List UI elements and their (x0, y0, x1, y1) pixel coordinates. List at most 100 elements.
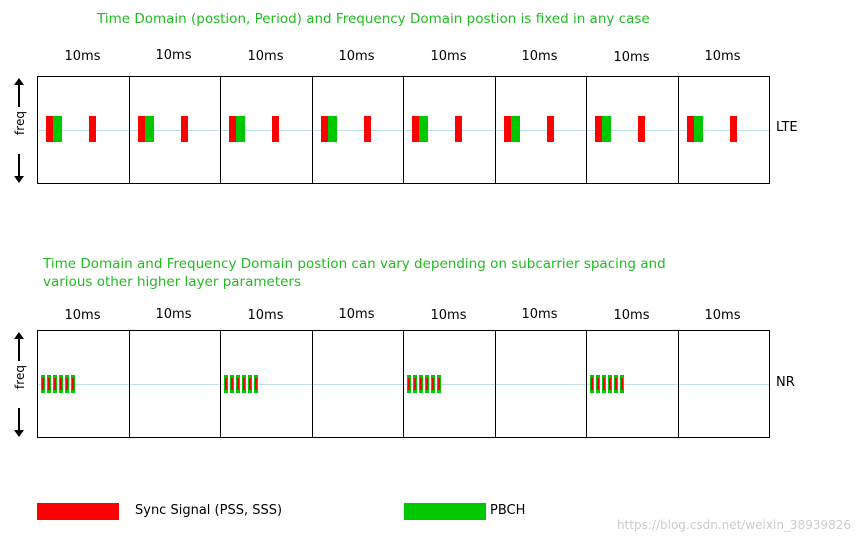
sync-signal-block (54, 378, 56, 390)
frame-label: 10ms (64, 49, 101, 64)
sync-signal-block (412, 116, 419, 142)
sync-signal-block (272, 116, 279, 142)
nr-row-label: NR (776, 375, 795, 390)
sync-signal-block (455, 116, 462, 142)
frame-label: 10ms (155, 307, 192, 322)
frequency-center-line (312, 384, 403, 385)
nr-freq-axis: freq (6, 330, 32, 438)
frame-cell (678, 331, 769, 437)
sync-signal-block (42, 378, 44, 390)
sync-signal-block (597, 378, 599, 390)
pbch-block (510, 116, 520, 142)
frame-label: 10ms (430, 308, 467, 323)
sync-signal-block (609, 378, 611, 390)
sync-signal-block (89, 116, 96, 142)
sync-signal-block (72, 378, 74, 390)
pbch-block (693, 116, 703, 142)
frequency-center-line (129, 384, 220, 385)
frame-label: 10ms (430, 49, 467, 64)
sync-signal-block (686, 116, 694, 142)
sync-signal-block (231, 378, 233, 390)
legend-pbch-swatch (404, 503, 486, 520)
nr-frame-grid (37, 330, 770, 438)
down-arrow-icon (14, 176, 24, 183)
sync-signal-block (595, 116, 602, 142)
up-arrow-icon (14, 332, 24, 339)
legend-sync-label: Sync Signal (PSS, SSS) (135, 503, 283, 518)
frame-label: 10ms (338, 49, 375, 64)
frequency-center-line (38, 384, 129, 385)
sync-signal-block (615, 378, 617, 390)
frame-label: 10ms (521, 307, 558, 322)
pbch-block (602, 116, 611, 142)
frame-cell (129, 331, 221, 437)
sync-signal-block (438, 378, 440, 390)
pbch-block (53, 116, 62, 142)
legend-sync-swatch (37, 503, 119, 520)
sync-signal-block (363, 116, 371, 142)
sync-signal-block (137, 116, 145, 142)
sync-signal-block (225, 378, 227, 390)
sync-signal-block (66, 378, 68, 390)
legend-pbch-label: PBCH (490, 503, 526, 518)
frame-cell (221, 331, 313, 437)
frame-label: 10ms (704, 308, 741, 323)
lte-title: Time Domain (postion, Period) and Freque… (97, 11, 650, 27)
frame-cell (38, 331, 130, 437)
frame-label: 10ms (704, 49, 741, 64)
frame-label: 10ms (521, 49, 558, 64)
pbch-block (327, 116, 337, 142)
frame-cell (38, 77, 130, 183)
sync-signal-block (432, 378, 434, 390)
frequency-center-line (678, 384, 769, 385)
sync-signal-block (408, 378, 410, 390)
sync-signal-block (60, 378, 62, 390)
sync-signal-block (46, 116, 53, 142)
sync-signal-block (603, 378, 605, 390)
sync-signal-block (414, 378, 416, 390)
pbch-block (144, 116, 154, 142)
sync-signal-block (426, 378, 428, 390)
sync-signal-block (249, 378, 251, 390)
watermark: https://blog.csdn.net/weixin_38939826 (616, 518, 851, 532)
up-arrow-icon (14, 78, 24, 85)
frame-cell (678, 77, 769, 183)
frame-label: 10ms (338, 307, 375, 322)
sync-signal-block (729, 116, 737, 142)
sync-signal-block (320, 116, 328, 142)
lte-freq-axis: freq (6, 76, 32, 184)
sync-signal-block (591, 378, 593, 390)
frame-cell (312, 77, 404, 183)
pbch-block (419, 116, 428, 142)
frame-cell (495, 77, 587, 183)
frequency-center-line (587, 384, 678, 385)
down-arrow-icon (14, 430, 24, 437)
sync-signal-block (638, 116, 645, 142)
sync-signal-block (243, 378, 245, 390)
frame-label: 10ms (247, 308, 284, 323)
frame-cell (221, 77, 313, 183)
frame-cell (587, 77, 679, 183)
frame-label: 10ms (613, 50, 650, 65)
sync-signal-block (503, 116, 511, 142)
frame-cell (404, 77, 496, 183)
sync-signal-block (255, 378, 257, 390)
freq-axis-label: freq (13, 365, 27, 389)
frequency-center-line (495, 384, 586, 385)
frame-cell (587, 331, 679, 437)
sync-signal-block (546, 116, 554, 142)
freq-axis-label: freq (13, 111, 27, 135)
frame-label: 10ms (613, 308, 650, 323)
nr-title: Time Domain and Frequency Domain postion… (43, 256, 666, 290)
frame-cell (404, 331, 496, 437)
frame-cell (312, 331, 404, 437)
lte-row-label: LTE (776, 120, 798, 135)
frame-cell (495, 331, 587, 437)
frame-label: 10ms (155, 48, 192, 63)
sync-signal-block (180, 116, 188, 142)
sync-signal-block (237, 378, 239, 390)
frequency-center-line (221, 384, 312, 385)
lte-frame-grid (37, 76, 770, 184)
sync-signal-block (621, 378, 623, 390)
frequency-center-line (404, 384, 495, 385)
